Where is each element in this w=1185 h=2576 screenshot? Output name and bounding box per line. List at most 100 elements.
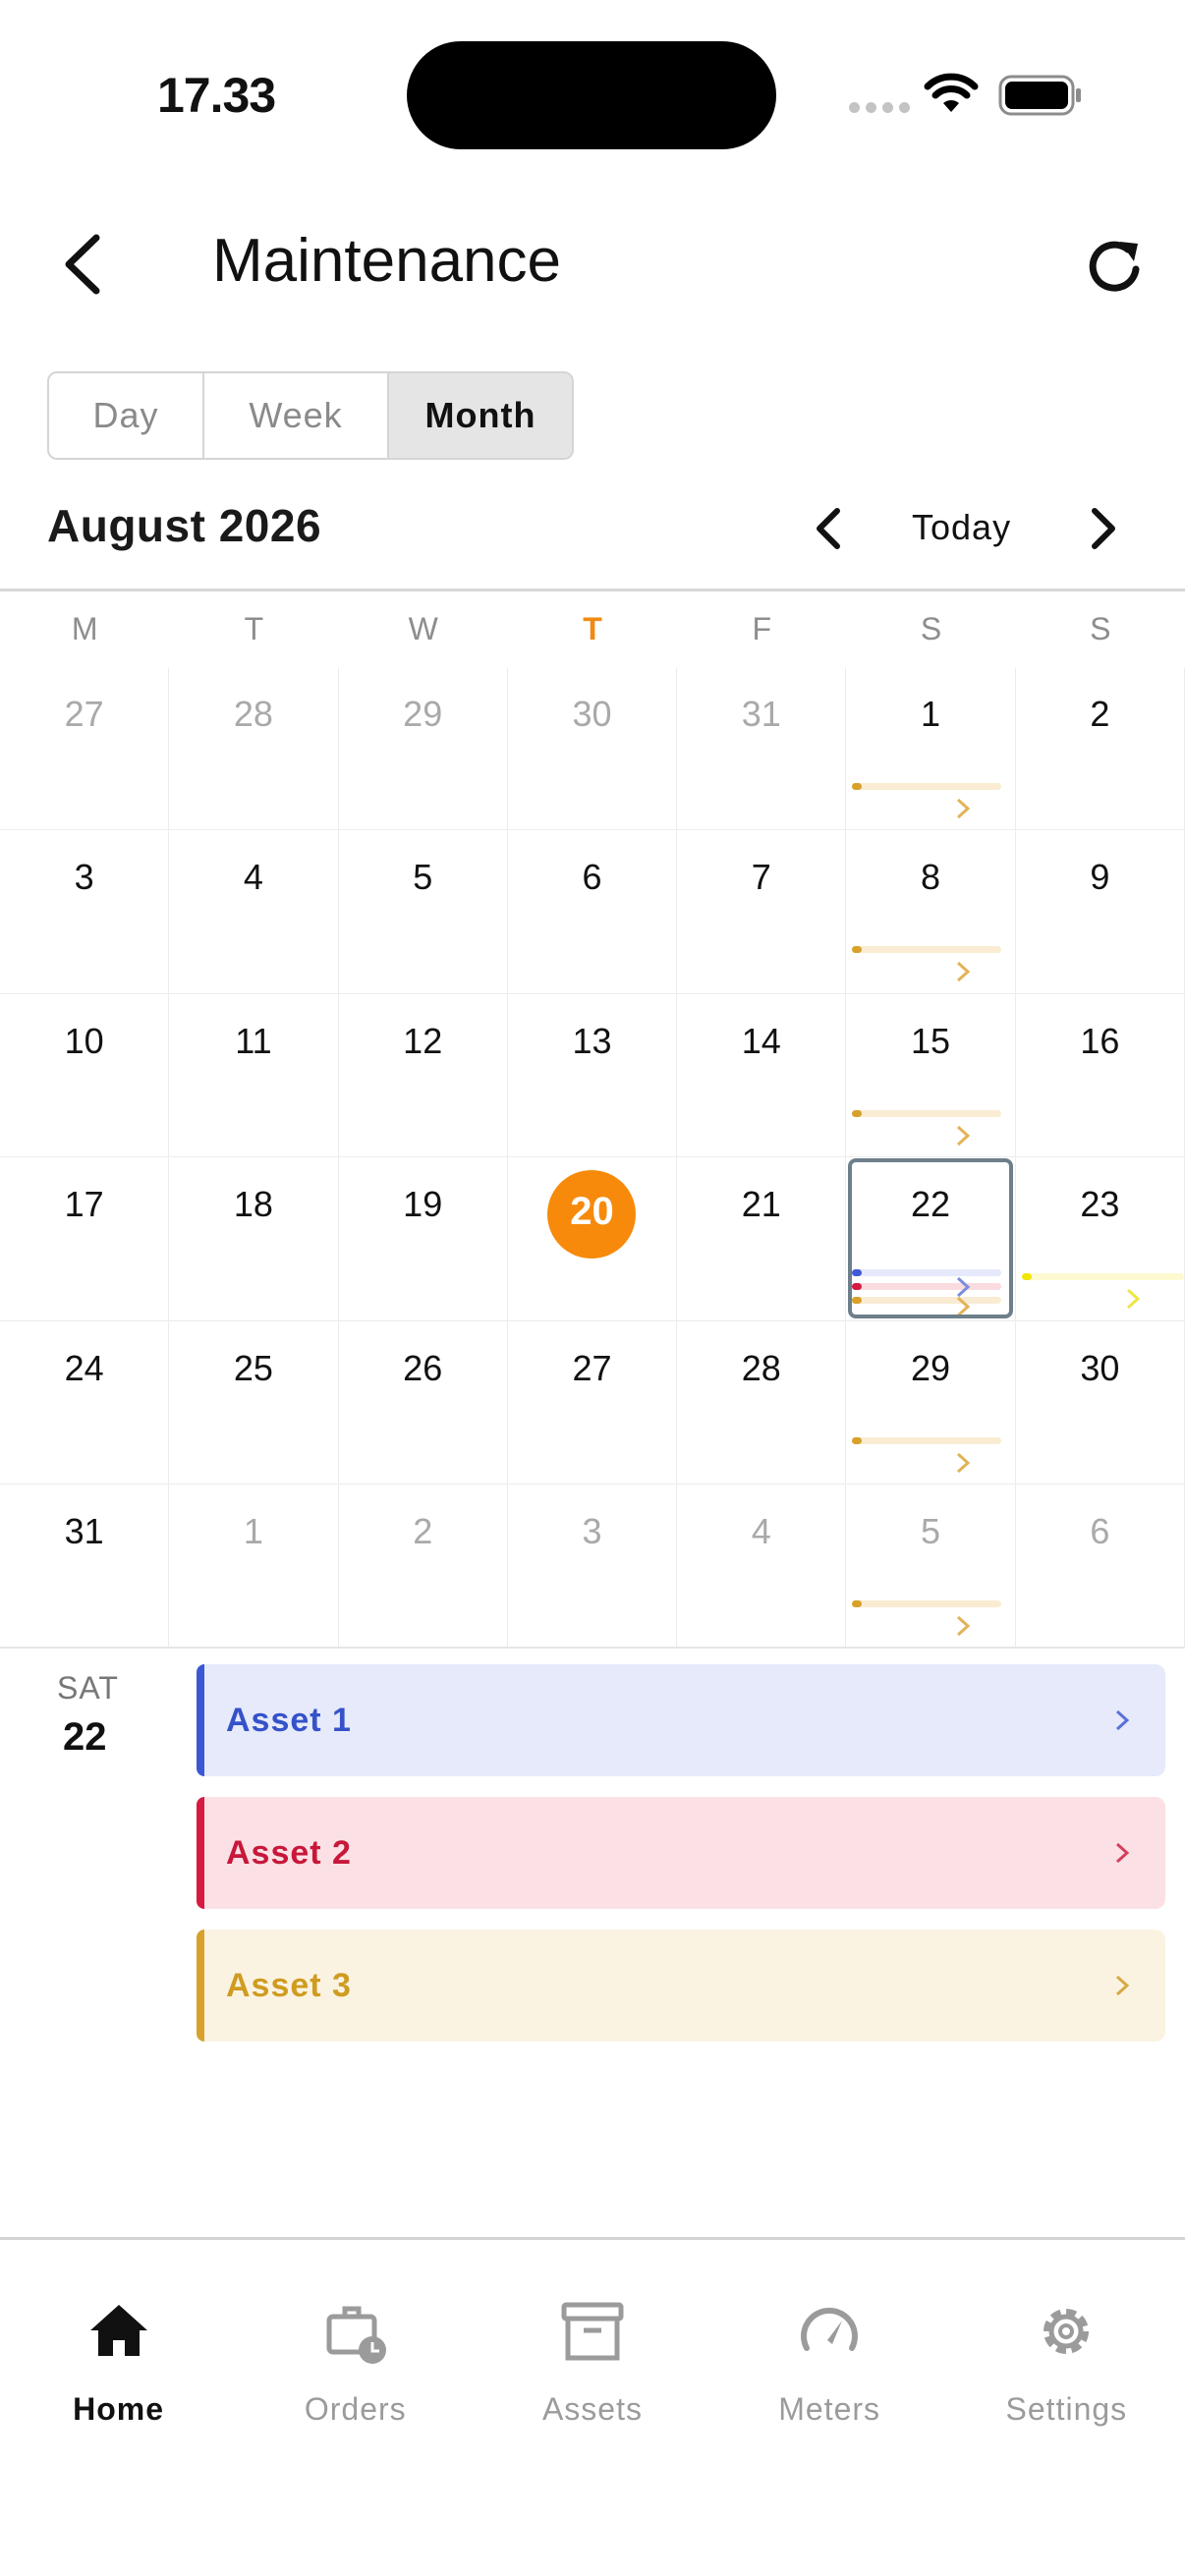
briefcase-clock-icon — [326, 2306, 386, 2364]
day-number: 4 — [243, 857, 263, 898]
day-number: 31 — [64, 1510, 104, 1551]
day-number: 18 — [233, 1184, 273, 1225]
cellular-signal-icon — [849, 102, 910, 113]
calendar-day[interactable]: 6 — [1015, 1484, 1185, 1649]
calendar-day[interactable]: 29 — [338, 667, 508, 831]
tab-meters[interactable]: Meters — [711, 2240, 948, 2576]
view-month-button[interactable]: Month — [387, 371, 574, 460]
calendar-day[interactable]: 5 — [338, 830, 508, 994]
day-number: 20 — [570, 1190, 614, 1234]
chevron-right-icon — [957, 798, 971, 819]
calendar-day[interactable]: 14 — [677, 993, 847, 1158]
tab-assets[interactable]: Assets — [474, 2240, 710, 2576]
calendar-day[interactable]: 25 — [169, 1320, 339, 1484]
day-number: 2 — [413, 1510, 433, 1551]
day-number: 29 — [911, 1347, 951, 1388]
calendar-day[interactable]: 4 — [169, 830, 339, 994]
day-number: 15 — [911, 1020, 951, 1061]
day-number: 10 — [64, 1020, 104, 1061]
calendar-day[interactable]: 21 — [677, 1157, 847, 1321]
calendar-day[interactable]: 31 — [0, 1484, 170, 1649]
day-number: 1 — [243, 1510, 263, 1551]
day-number: 31 — [741, 694, 781, 734]
calendar-divider — [0, 588, 1185, 591]
calendar-day[interactable]: 12 — [338, 993, 508, 1158]
day-number: 16 — [1080, 1020, 1120, 1061]
calendar-day[interactable]: 28 — [169, 667, 339, 831]
calendar-day[interactable]: 2 — [1015, 667, 1185, 831]
archive-box-icon — [561, 2302, 624, 2361]
event-bar — [852, 1283, 1001, 1291]
weekday-label: W — [408, 611, 438, 646]
calendar-day[interactable]: 17 — [0, 1157, 170, 1321]
view-week-button[interactable]: Week — [202, 371, 389, 460]
event-bar — [852, 1599, 1001, 1607]
calendar-day[interactable]: 16 — [1015, 993, 1185, 1158]
next-month-icon[interactable] — [1087, 507, 1120, 550]
calendar-day[interactable]: 3 — [507, 1484, 678, 1649]
calendar-day[interactable]: 24 — [0, 1320, 170, 1484]
calendar-day[interactable]: 8 — [846, 830, 1016, 994]
calendar-day[interactable]: 1 — [169, 1484, 339, 1649]
agenda-item-color-bar — [197, 1797, 204, 1909]
event-bar — [852, 1436, 1001, 1444]
weekday-label: T — [244, 611, 264, 646]
day-number: 28 — [233, 694, 273, 734]
tab-label: Settings — [1005, 2391, 1128, 2427]
tab-label: Assets — [541, 2391, 643, 2427]
calendar-day[interactable]: 18 — [169, 1157, 339, 1321]
calendar-day[interactable]: 11 — [169, 993, 339, 1158]
calendar-day[interactable]: 13 — [507, 993, 678, 1158]
calendar-day[interactable]: 27 — [507, 1320, 678, 1484]
calendar-day[interactable]: 29 — [846, 1320, 1016, 1484]
tab-settings[interactable]: Settings — [948, 2240, 1185, 2576]
tab-label: Home — [73, 2391, 165, 2427]
month-label: August 2026 — [47, 500, 322, 551]
day-number: 5 — [921, 1510, 941, 1551]
event-bar — [852, 1109, 1001, 1117]
calendar-day[interactable]: 10 — [0, 993, 170, 1158]
chevron-right-icon — [957, 1125, 971, 1146]
calendar-day[interactable]: 19 — [338, 1157, 508, 1321]
today-button[interactable]: Today — [912, 507, 1011, 548]
agenda-item[interactable]: Asset 2 — [197, 1797, 1165, 1909]
status-time: 17.33 — [157, 68, 276, 123]
calendar-day-selected[interactable]: 22 — [846, 1157, 1016, 1321]
calendar-day[interactable]: 30 — [1015, 1320, 1185, 1484]
day-number: 30 — [1080, 1347, 1120, 1388]
day-number: 29 — [403, 694, 443, 734]
day-number: 27 — [572, 1347, 612, 1388]
agenda-item[interactable]: Asset 3 — [197, 1930, 1165, 2042]
agenda-item-color-bar — [197, 1930, 204, 2042]
day-number: 21 — [741, 1184, 781, 1225]
wifi-icon — [924, 73, 979, 112]
calendar-day[interactable]: 6 — [507, 830, 678, 994]
day-number: 13 — [572, 1020, 612, 1061]
calendar-day[interactable]: 27 — [0, 667, 170, 831]
event-bar — [852, 1269, 1001, 1277]
chevron-right-icon — [957, 1277, 971, 1298]
agenda-item[interactable]: Asset 1 — [197, 1664, 1165, 1776]
calendar-day[interactable]: 15 — [846, 993, 1016, 1158]
calendar-day[interactable]: 5 — [846, 1484, 1016, 1649]
view-day-button[interactable]: Day — [47, 371, 204, 460]
back-chevron-icon[interactable] — [59, 232, 108, 297]
day-number: 4 — [751, 1510, 771, 1551]
calendar-day[interactable]: 28 — [677, 1320, 847, 1484]
calendar-day[interactable]: 31 — [677, 667, 847, 831]
day-number: 2 — [1090, 694, 1110, 734]
calendar-day[interactable]: 26 — [338, 1320, 508, 1484]
previous-month-icon[interactable] — [812, 507, 845, 550]
calendar-day[interactable]: 1 — [846, 667, 1016, 831]
calendar-day[interactable]: 23 — [1015, 1157, 1185, 1321]
calendar-day[interactable]: 30 — [507, 667, 678, 831]
calendar-day[interactable]: 7 — [677, 830, 847, 994]
calendar-day[interactable]: 4 — [677, 1484, 847, 1649]
tab-home[interactable]: Home — [0, 2240, 237, 2576]
calendar-day[interactable]: 2 — [338, 1484, 508, 1649]
calendar-day[interactable]: 3 — [0, 830, 170, 994]
calendar-day-today[interactable]: 20 — [507, 1157, 678, 1321]
calendar-day[interactable]: 9 — [1015, 830, 1185, 994]
tab-orders[interactable]: Orders — [237, 2240, 474, 2576]
refresh-icon[interactable] — [1085, 236, 1146, 297]
